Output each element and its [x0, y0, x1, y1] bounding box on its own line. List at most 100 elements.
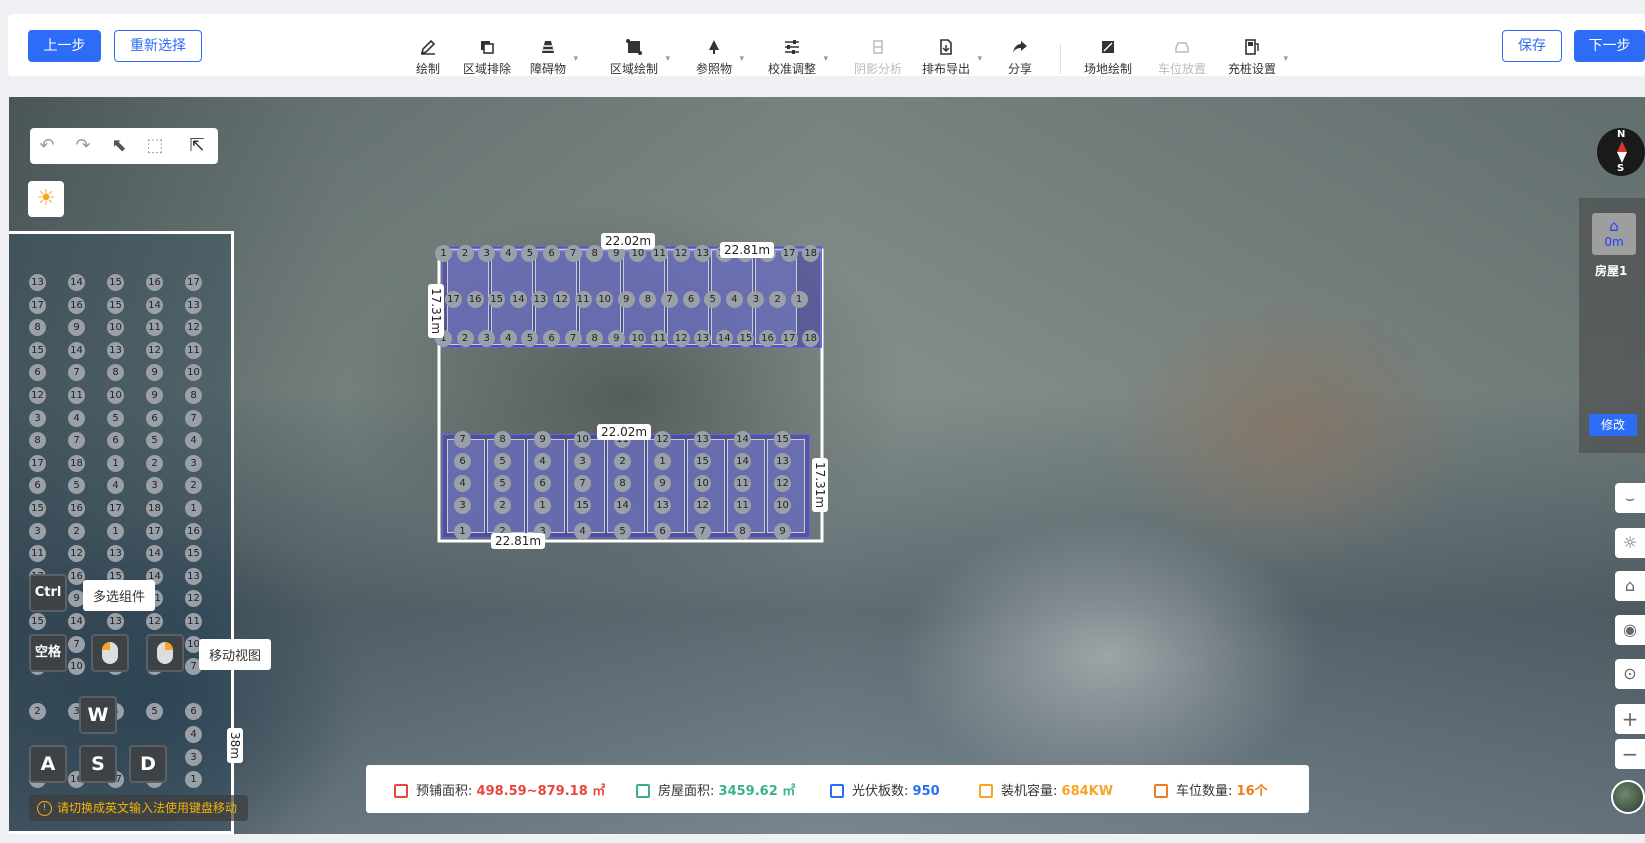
module-number[interactable]: 2 — [456, 245, 474, 262]
module-number[interactable]: 11 — [29, 545, 46, 563]
module-number[interactable]: 9 — [534, 431, 551, 448]
module-number[interactable]: 16 — [146, 274, 163, 291]
module-number[interactable]: 7 — [564, 245, 582, 262]
module-number[interactable]: 8 — [494, 431, 511, 448]
tool-area-draw[interactable]: 区域绘制 ▾ — [610, 38, 670, 77]
module-number[interactable]: 6 — [107, 432, 124, 450]
tool-draw[interactable]: 绘制 — [416, 38, 440, 77]
module-number[interactable]: 3 — [29, 409, 46, 427]
module-number[interactable]: 14 — [614, 497, 631, 514]
tool-calibrate[interactable]: 校准调整 ▾ — [768, 38, 828, 77]
module-number[interactable]: 10 — [574, 431, 591, 448]
module-number[interactable]: 10 — [107, 319, 124, 337]
module-number[interactable]: 17 — [29, 454, 46, 472]
reselect-button[interactable]: 重新选择 — [114, 30, 202, 62]
module-number[interactable]: 3 — [146, 477, 163, 495]
module-number[interactable]: 17 — [445, 291, 462, 308]
module-number[interactable]: 14 — [146, 545, 163, 563]
module-number[interactable]: 8 — [734, 523, 751, 540]
module-number[interactable]: 6 — [534, 475, 551, 492]
module-number[interactable]: 12 — [672, 245, 690, 262]
module-number[interactable]: 8 — [614, 475, 631, 492]
module-number[interactable]: 13 — [107, 341, 124, 359]
module-number[interactable]: 15 — [107, 296, 124, 314]
module-number[interactable]: 10 — [107, 387, 124, 404]
module-number[interactable]: 3 — [185, 454, 202, 472]
module-number[interactable]: 2 — [68, 522, 85, 540]
module-number[interactable]: 15 — [694, 453, 711, 470]
module-number[interactable]: 11 — [651, 330, 668, 347]
locate-icon[interactable]: ⊙ — [1615, 659, 1645, 689]
module-number[interactable]: 15 — [774, 431, 791, 448]
undo-icon[interactable]: ↶ — [36, 135, 58, 157]
module-number[interactable]: 4 — [574, 523, 591, 540]
module-number[interactable]: 6 — [682, 291, 700, 308]
module-number[interactable]: 1 — [185, 771, 202, 789]
module-number[interactable]: 16 — [68, 296, 85, 314]
module-number[interactable]: 15 — [185, 545, 202, 563]
module-number[interactable]: 11 — [146, 319, 163, 337]
module-number[interactable]: 8 — [107, 364, 124, 382]
module-number[interactable]: 4 — [68, 409, 85, 427]
module-number[interactable]: 12 — [146, 341, 163, 359]
select-pointer-icon[interactable]: ⬉ — [108, 135, 130, 157]
module-number[interactable]: 3 — [29, 522, 46, 540]
tool-layout-export[interactable]: 排布导出 ▾ — [922, 38, 982, 77]
module-number[interactable]: 1 — [107, 454, 124, 472]
module-number[interactable]: 2 — [769, 291, 786, 308]
module-number[interactable]: 3 — [185, 748, 202, 766]
module-number[interactable]: 11 — [734, 497, 751, 514]
house-card[interactable]: ⌂ 0m — [1592, 213, 1636, 255]
module-number[interactable]: 5 — [146, 432, 163, 450]
module-number[interactable]: 7 — [68, 635, 85, 653]
module-number[interactable]: 1 — [790, 291, 808, 308]
module-number[interactable]: 14 — [734, 431, 751, 448]
module-number[interactable]: 11 — [734, 475, 751, 492]
module-number[interactable]: 15 — [29, 613, 46, 630]
left-roof-area[interactable]: 13 14 15 16 17 17 16 15 14 13 8 9 10 11 12 15 14 13 12 11 6 7… — [9, 231, 234, 834]
module-number[interactable]: 7 — [68, 364, 85, 382]
module-number[interactable]: 1 — [654, 453, 671, 470]
module-number[interactable]: 13 — [774, 453, 791, 470]
module-number[interactable]: 12 — [654, 431, 671, 448]
module-number[interactable]: 11 — [185, 613, 202, 630]
tool-area-exclude[interactable]: 区域排除 — [463, 38, 511, 77]
module-number[interactable]: 2 — [146, 454, 163, 472]
module-number[interactable]: 5 — [146, 703, 163, 721]
module-number[interactable]: 4 — [454, 475, 471, 492]
module-number[interactable]: 9 — [607, 330, 625, 347]
module-number[interactable]: 15 — [29, 500, 46, 517]
zoom-in-icon[interactable]: + — [1615, 704, 1645, 734]
module-number[interactable]: 11 — [185, 341, 202, 359]
module-number[interactable]: 14 — [146, 296, 163, 314]
module-number[interactable]: 14 — [68, 613, 85, 630]
module-number[interactable]: 6 — [654, 523, 671, 540]
module-number[interactable]: 14 — [509, 291, 527, 308]
module-number[interactable]: 18 — [802, 245, 820, 262]
module-number[interactable]: 16 — [466, 291, 484, 308]
module-number[interactable]: 15 — [107, 274, 124, 291]
module-number[interactable]: 5 — [614, 523, 631, 540]
module-number[interactable]: 12 — [185, 319, 202, 337]
module-number[interactable]: 12 — [774, 475, 791, 492]
module-number[interactable]: 10 — [68, 658, 85, 676]
save-button[interactable]: 保存 — [1502, 30, 1562, 62]
module-number[interactable]: 12 — [185, 590, 202, 608]
module-number[interactable]: 17 — [107, 500, 124, 517]
module-number[interactable]: 9 — [774, 523, 791, 540]
module-number[interactable]: 4 — [499, 330, 517, 347]
edit-house-button[interactable]: 修改 — [1589, 414, 1637, 436]
module-number[interactable]: 18 — [802, 330, 820, 347]
module-number[interactable]: 2 — [614, 453, 631, 470]
module-number[interactable]: 17 — [146, 522, 163, 540]
module-number[interactable]: 18 — [146, 500, 163, 517]
module-number[interactable]: 1 — [534, 497, 551, 514]
module-number[interactable]: 11 — [574, 291, 592, 308]
module-number[interactable]: 3 — [454, 497, 471, 514]
prev-step-button[interactable]: 上一步 — [28, 30, 101, 62]
module-number[interactable]: 9 — [68, 319, 85, 337]
module-number[interactable]: 2 — [185, 477, 202, 495]
module-number[interactable]: 17 — [780, 330, 798, 347]
module-number[interactable]: 16 — [185, 522, 202, 540]
module-number[interactable]: 13 — [185, 567, 202, 585]
